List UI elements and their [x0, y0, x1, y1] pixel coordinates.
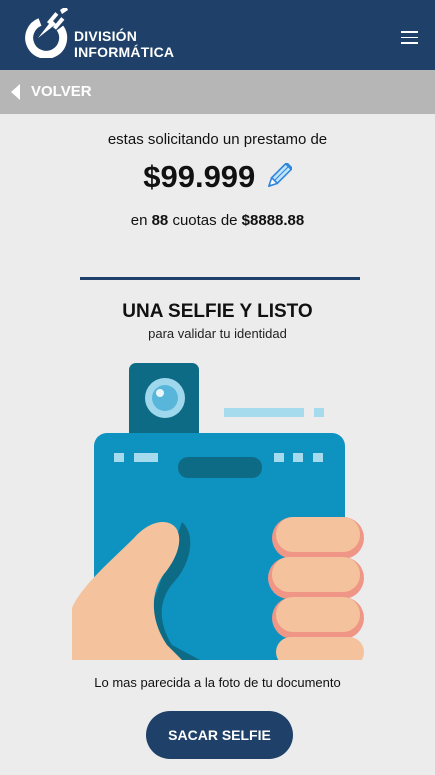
installments-text: en 88 cuotas de $8888.88 — [0, 212, 435, 230]
top-bar: DIVISIÓN INFORMÁTICA — [0, 0, 435, 70]
take-selfie-button[interactable]: SACAR SELFIE — [146, 711, 293, 759]
installments-count: 88 — [151, 212, 169, 229]
section-divider — [80, 277, 360, 280]
brand-line-2: INFORMÁTICA — [74, 44, 175, 60]
brand-line-1: DIVISIÓN — [74, 28, 138, 44]
selfie-title: UNA SELFIE Y LISTO — [122, 301, 313, 322]
back-button[interactable]: VOLVER — [0, 70, 435, 114]
brand-name: DIVISIÓN INFORMÁTICA — [74, 28, 174, 60]
installments-prefix: en — [130, 212, 148, 229]
chevron-left-icon — [11, 84, 20, 100]
installment-amount: $8888.88 — [241, 212, 305, 229]
plug-power-logo — [25, 8, 68, 58]
pencil-icon[interactable] — [264, 163, 292, 191]
selfie-hint: Lo mas parecida a la foto de tu document… — [94, 675, 341, 690]
installments-mid: cuotas de — [172, 212, 238, 229]
hamburger-menu-icon[interactable] — [401, 31, 418, 44]
back-label: VOLVER — [31, 83, 92, 100]
loan-intro-text: estas solicitando un prestamo de — [107, 131, 328, 148]
loan-amount: $99.999 — [143, 159, 256, 194]
hand-holding-phone-selfie — [72, 363, 364, 660]
selfie-subtitle: para validar tu identidad — [148, 326, 287, 341]
loan-amount-row: $99.999 — [0, 157, 435, 197]
